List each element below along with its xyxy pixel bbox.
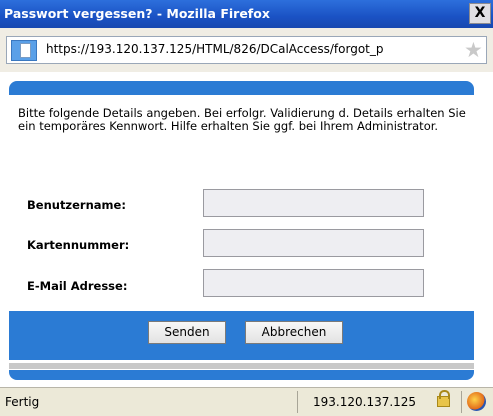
status-divider	[461, 391, 462, 413]
page-icon	[11, 40, 37, 61]
username-label: Benutzername:	[27, 198, 126, 212]
status-text: Fertig	[5, 395, 40, 409]
email-input[interactable]	[203, 269, 424, 297]
header-bar	[9, 81, 474, 95]
submit-button[interactable]: Senden	[148, 321, 226, 344]
divider	[9, 363, 474, 369]
card-number-input[interactable]	[203, 229, 424, 257]
instructions-text: Bitte folgende Details angeben. Bei erfo…	[18, 106, 466, 133]
window-titlebar[interactable]: Passwort vergessen? - Mozilla Firefox X	[0, 0, 493, 28]
lock-icon[interactable]	[437, 390, 450, 407]
url-text[interactable]: https://193.120.137.125/HTML/826/DCalAcc…	[46, 42, 384, 56]
username-input[interactable]	[203, 189, 424, 217]
window-title: Passwort vergessen? - Mozilla Firefox	[4, 6, 270, 21]
status-bar: Fertig 193.120.137.125	[0, 387, 493, 416]
status-host: 193.120.137.125	[313, 395, 417, 409]
email-label: E-Mail Adresse:	[27, 279, 128, 293]
star-icon[interactable]: ★	[464, 38, 483, 62]
cancel-button[interactable]: Abbrechen	[245, 321, 343, 344]
card-number-label: Kartennummer:	[27, 238, 130, 252]
dialog-content: Bitte folgende Details angeben. Bei erfo…	[9, 72, 483, 380]
close-button[interactable]: X	[469, 3, 491, 24]
firefox-globe-icon[interactable]	[467, 392, 486, 411]
footer-bar	[9, 370, 474, 380]
status-divider	[297, 391, 298, 413]
address-bar: https://193.120.137.125/HTML/826/DCalAcc…	[0, 28, 493, 72]
button-bar: Senden Abbrechen	[9, 311, 474, 360]
